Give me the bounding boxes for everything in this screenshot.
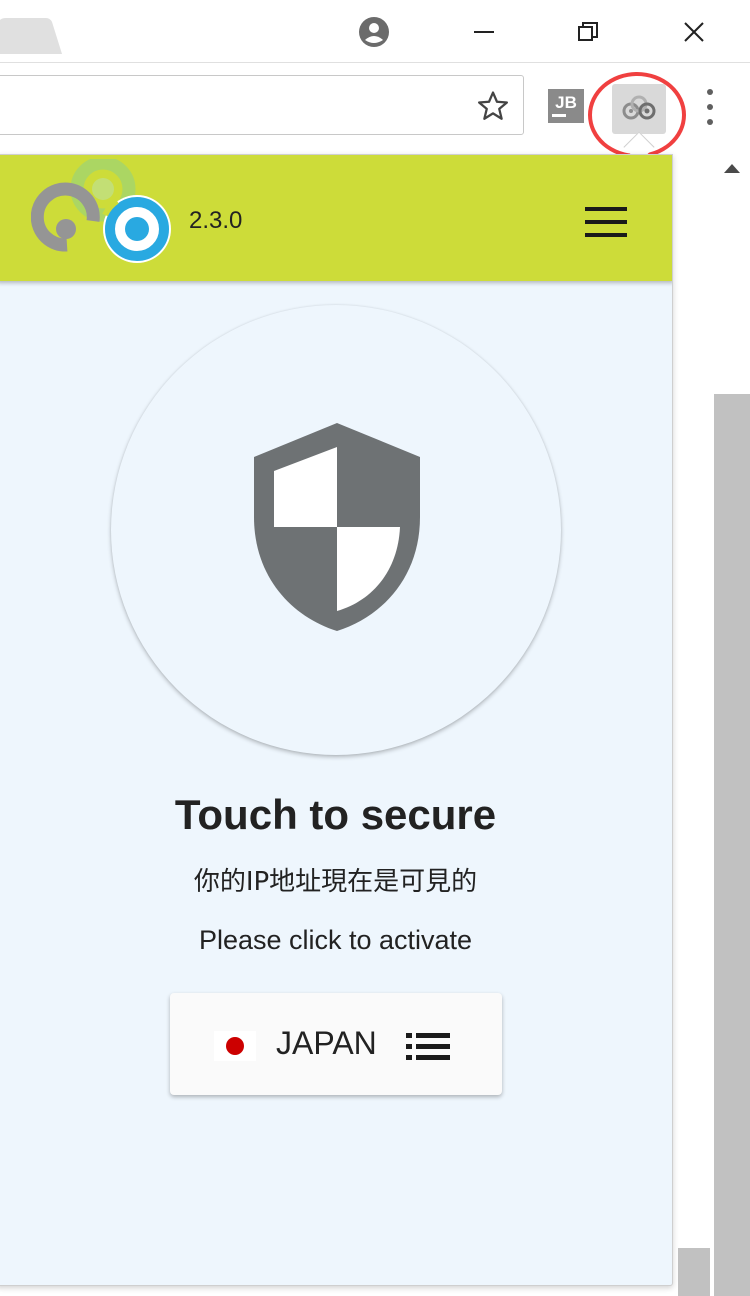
headline: Touch to secure bbox=[174, 791, 497, 838]
address-bar[interactable] bbox=[0, 75, 524, 135]
list-icon bbox=[406, 1033, 450, 1060]
extension-popup: 2.3.0 Touch to secure 你的IP地址現在是可見的 Pleas… bbox=[0, 154, 673, 1286]
country-selector-button[interactable]: JAPAN bbox=[170, 993, 502, 1095]
profile-icon[interactable] bbox=[352, 10, 396, 54]
page-scrollbar[interactable] bbox=[714, 394, 750, 1296]
bookmark-star-icon[interactable] bbox=[473, 86, 513, 126]
app-logo bbox=[31, 159, 171, 263]
japan-flag-icon bbox=[214, 1031, 256, 1061]
browser-menu-icon[interactable] bbox=[700, 87, 720, 127]
version-label: 2.3.0 bbox=[189, 207, 243, 234]
popup-scrollbar[interactable] bbox=[678, 1248, 710, 1296]
connect-button[interactable] bbox=[111, 305, 561, 755]
ip-status-text: 你的IP地址現在是可見的 bbox=[193, 867, 478, 897]
jetbrains-extension-icon[interactable]: JB bbox=[548, 89, 584, 123]
browser-tab[interactable] bbox=[0, 18, 62, 54]
title-bar bbox=[0, 0, 750, 62]
activate-hint: Please click to activate bbox=[198, 925, 473, 955]
country-name: JAPAN bbox=[276, 1025, 377, 1061]
hamburger-menu-icon[interactable] bbox=[585, 207, 629, 237]
shield-icon bbox=[254, 423, 420, 631]
popup-header: 2.3.0 bbox=[0, 155, 672, 281]
restore-icon[interactable] bbox=[566, 10, 610, 54]
close-icon[interactable] bbox=[672, 10, 716, 54]
svg-text:JB: JB bbox=[555, 93, 577, 112]
scroll-up-arrow-icon[interactable] bbox=[722, 160, 742, 176]
minimize-icon[interactable] bbox=[462, 10, 506, 54]
